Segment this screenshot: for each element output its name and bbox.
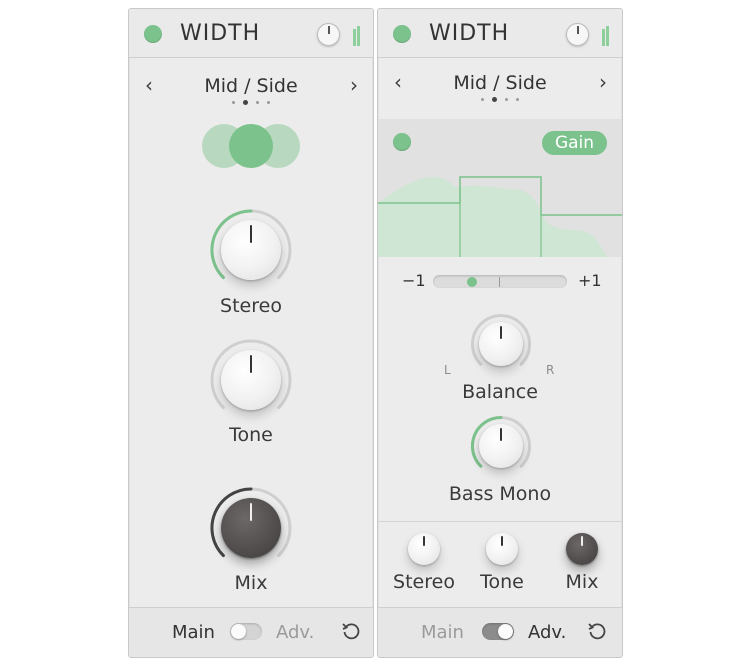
stereo-mini-label: Stereo xyxy=(393,571,455,593)
mix-label: Mix xyxy=(234,572,268,594)
stereo-label: Stereo xyxy=(220,295,282,317)
main-adv-toggle[interactable] xyxy=(230,623,262,640)
main-view-label[interactable]: Main xyxy=(421,622,464,643)
bass-mono-knob[interactable] xyxy=(468,413,534,479)
mix-mini-knob[interactable] xyxy=(566,533,598,565)
bass-mono-label: Bass Mono xyxy=(448,483,552,505)
output-gain-knob[interactable] xyxy=(317,23,340,46)
band-enable-button[interactable] xyxy=(393,133,411,151)
mode-page-dots xyxy=(378,97,622,102)
width-slider[interactable] xyxy=(433,275,567,288)
level-meter-icon xyxy=(353,24,361,46)
mode-page-dots xyxy=(129,100,373,105)
next-mode-button[interactable]: › xyxy=(599,70,607,94)
stereo-knob[interactable] xyxy=(206,205,296,295)
advanced-view-label[interactable]: Adv. xyxy=(528,622,566,643)
slider-min-label: −1 xyxy=(402,271,426,290)
mix-mini-label: Mix xyxy=(565,571,599,593)
slider-max-label: +1 xyxy=(578,271,602,290)
tone-label: Tone xyxy=(229,424,273,446)
stereo-mini-knob[interactable] xyxy=(408,533,440,565)
reset-icon[interactable] xyxy=(340,620,362,642)
panel-footer: Main Adv. xyxy=(129,607,373,657)
balance-right-label: R xyxy=(546,363,555,377)
tone-mini-knob[interactable] xyxy=(486,533,518,565)
plugin-title: WIDTH xyxy=(180,21,261,46)
balance-left-label: L xyxy=(444,363,451,377)
panel-header: WIDTH xyxy=(129,9,373,58)
main-view-label[interactable]: Main xyxy=(172,622,215,643)
reset-icon[interactable] xyxy=(586,620,608,642)
gain-mode-button[interactable]: Gain xyxy=(542,131,607,155)
mid-side-icon xyxy=(202,124,300,168)
balance-knob[interactable] xyxy=(468,311,534,377)
power-led-button[interactable] xyxy=(144,25,162,43)
mode-label: Mid / Side xyxy=(453,72,547,94)
mode-label: Mid / Side xyxy=(204,75,298,97)
frequency-graph[interactable]: Gain xyxy=(378,119,622,257)
next-mode-button[interactable]: › xyxy=(350,73,358,97)
level-meter-icon xyxy=(602,24,610,46)
mix-knob[interactable] xyxy=(206,483,296,573)
width-panel-main: WIDTH ‹ Mid / Side › Stereo Tone Mix Mai… xyxy=(128,8,374,658)
main-adv-toggle[interactable] xyxy=(482,623,514,640)
section-divider xyxy=(378,521,622,522)
width-panel-advanced: WIDTH ‹ Mid / Side › Gain −1 +1 L R Bala… xyxy=(377,8,623,658)
power-led-button[interactable] xyxy=(393,25,411,43)
advanced-view-label[interactable]: Adv. xyxy=(276,622,314,643)
tone-mini-label: Tone xyxy=(480,571,524,593)
plugin-title: WIDTH xyxy=(429,21,510,46)
balance-label: Balance xyxy=(462,381,538,403)
tone-knob[interactable] xyxy=(206,335,296,425)
output-gain-knob[interactable] xyxy=(566,23,589,46)
panel-header: WIDTH xyxy=(378,9,622,58)
panel-footer: Main Adv. xyxy=(378,607,622,657)
